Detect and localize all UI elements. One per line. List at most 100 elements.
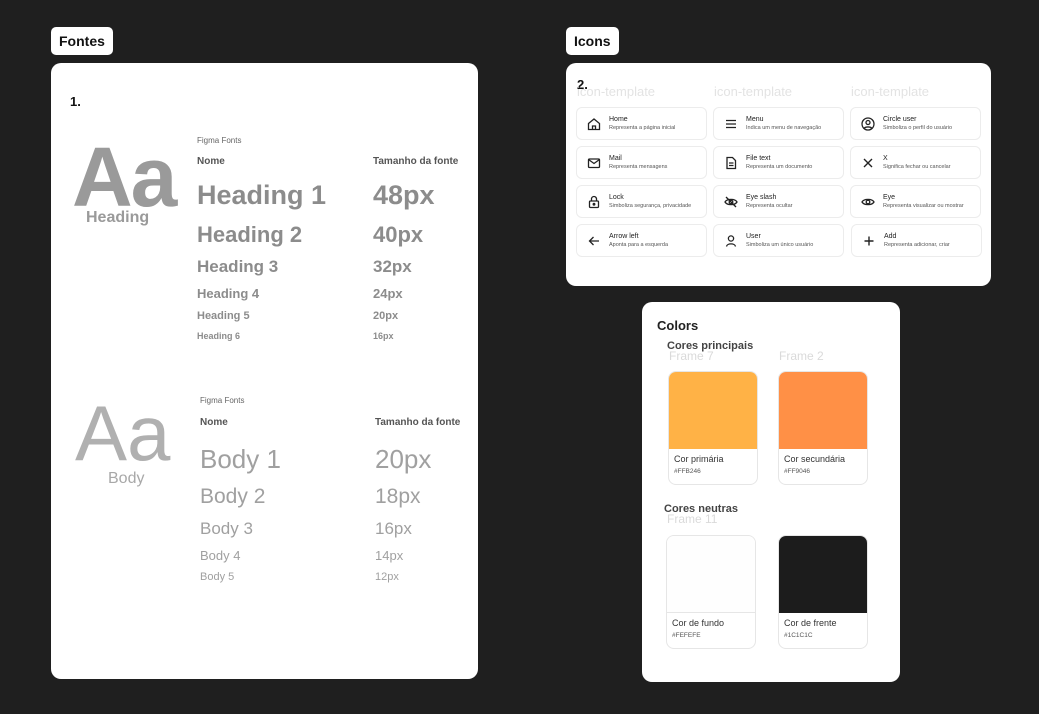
icon-card-user[interactable]: User Simboliza um único usuário [713, 224, 844, 257]
body-1-size: 20px [375, 444, 432, 474]
icon-title: File text [746, 155, 771, 162]
icon-title: User [746, 233, 761, 240]
icon-description: Significa fechar ou cancelar [883, 164, 951, 170]
heading-sample: Aa [72, 130, 177, 224]
icon-description: Representa mensagens [609, 164, 668, 170]
home-icon [586, 116, 602, 132]
body-2-size: 18px [375, 485, 421, 508]
heading-source-label: Figma Fonts [197, 136, 242, 145]
ghost-label: icon-template [851, 84, 930, 99]
color-card-secondary[interactable]: Cor secundária #FF9046 [778, 371, 868, 485]
color-hex: #FF9046 [784, 468, 811, 475]
icon-card-lock[interactable]: Lock Simboliza segurança, privacidade [576, 185, 707, 218]
file-text-icon [723, 155, 739, 171]
heading-4-size: 24px [373, 286, 403, 301]
icon-description: Simboliza segurança, privacidade [609, 203, 692, 209]
icon-card-add[interactable]: Add Representa adicionar, criar [851, 224, 982, 257]
body-1-name: Body 1 [200, 444, 281, 474]
user-icon [723, 233, 739, 249]
arrow-left-icon [586, 233, 602, 249]
body-3-size: 16px [375, 519, 412, 538]
icon-title: Menu [746, 116, 764, 123]
body-name-column: Nome [200, 417, 228, 428]
fonts-panel: 1. Aa Heading Figma Fonts Nome Tamanho d… [51, 63, 478, 679]
color-swatch [779, 372, 867, 449]
ghost-label: icon-template [577, 84, 656, 99]
section-number: 1. [70, 94, 81, 109]
icon-description: Representa ocultar [746, 203, 793, 209]
color-card-primary[interactable]: Cor primária #FFB246 [668, 371, 758, 485]
icon-title: Eye slash [746, 194, 777, 201]
icon-card-menu[interactable]: Menu Indica um menu de navegação [713, 107, 844, 140]
eye-icon [860, 194, 876, 210]
main-colors-title: Cores principais [667, 340, 754, 352]
icon-title: Lock [609, 194, 624, 201]
color-card-background[interactable]: Cor de fundo #FEFEFE [666, 535, 756, 649]
icon-description: Indica um menu de navegação [746, 125, 822, 131]
lock-icon [586, 194, 602, 210]
icon-card-arrow-left[interactable]: Arrow left Aponta para a esquerda [576, 224, 707, 257]
body-4-name: Body 4 [200, 548, 241, 563]
icon-description: Representa a página inicial [609, 125, 676, 131]
color-name: Cor de frente [784, 618, 837, 628]
color-hex: #FFB246 [674, 468, 701, 475]
icons-frame-label[interactable]: Icons [566, 27, 619, 55]
color-name: Cor de fundo [672, 618, 725, 628]
body-source-label: Figma Fonts [200, 396, 245, 405]
icon-title: Home [609, 116, 628, 123]
icon-title: Arrow left [609, 233, 639, 240]
body-size-column: Tamanho da fonte [375, 417, 461, 428]
color-swatch [667, 536, 755, 613]
color-hex: #1C1C1C [784, 632, 813, 639]
circle-user-icon [860, 116, 876, 132]
icon-description: Representa visualizar ou mostrar [883, 203, 964, 209]
icons-panel: 2. icon-template icon-template icon-temp… [566, 63, 991, 286]
heading-caption: Heading [86, 209, 150, 226]
icon-card-x[interactable]: X Significa fechar ou cancelar [850, 146, 981, 179]
icon-card-eye[interactable]: Eye Representa visualizar ou mostrar [850, 185, 981, 218]
body-3-name: Body 3 [200, 519, 253, 538]
icon-description: Simboliza um único usuário [746, 242, 814, 248]
icon-card-circle-user[interactable]: Circle user Simboliza o perfil do usuári… [850, 107, 981, 140]
heading-1-name: Heading 1 [197, 180, 327, 210]
color-hex: #FEFEFE [672, 632, 701, 639]
neutral-colors-title: Cores neutras [664, 503, 738, 515]
icon-card-eye-slash[interactable]: Eye slash Representa ocultar [713, 185, 844, 218]
heading-2-name: Heading 2 [197, 222, 303, 247]
heading-5-name: Heading 5 [197, 310, 250, 322]
icon-description: Representa um documento [746, 164, 813, 170]
menu-icon [723, 116, 739, 132]
icon-title: Mail [609, 155, 622, 162]
fonts-frame-label[interactable]: Fontes [51, 27, 113, 55]
icon-title: Circle user [883, 116, 917, 123]
body-5-size: 12px [375, 571, 399, 583]
heading-4-name: Heading 4 [197, 286, 260, 301]
heading-1-size: 48px [373, 180, 435, 210]
heading-6-size: 16px [373, 331, 394, 341]
x-icon [860, 155, 876, 171]
icon-description: Simboliza o perfil do usuário [883, 125, 953, 131]
body-5-name: Body 5 [200, 571, 235, 583]
heading-size-column: Tamanho da fonte [373, 156, 459, 167]
plus-icon [861, 233, 877, 249]
color-swatch [669, 372, 757, 449]
icon-card-mail[interactable]: Mail Representa mensagens [576, 146, 707, 179]
eye-slash-icon [723, 194, 739, 210]
heading-2-size: 40px [373, 222, 424, 247]
heading-5-size: 20px [373, 310, 399, 322]
heading-3-name: Heading 3 [197, 257, 279, 276]
colors-title: Colors [657, 318, 699, 333]
color-swatch [779, 536, 867, 613]
color-card-foreground[interactable]: Cor de frente #1C1C1C [778, 535, 868, 649]
color-name: Cor secundária [784, 454, 846, 464]
icon-title: Add [884, 233, 897, 240]
icon-card-home[interactable]: Home Representa a página inicial [576, 107, 707, 140]
icon-card-file-text[interactable]: File text Representa um documento [713, 146, 844, 179]
heading-name-column: Nome [197, 156, 225, 167]
body-sample: Aa [75, 389, 171, 477]
colors-panel: Colors Frame 7 Frame 2 Cores principais … [642, 302, 900, 682]
icon-title: Eye [883, 194, 896, 201]
body-caption: Body [108, 470, 145, 487]
color-name: Cor primária [674, 454, 724, 464]
ghost-frame-label: Frame 2 [779, 349, 824, 363]
